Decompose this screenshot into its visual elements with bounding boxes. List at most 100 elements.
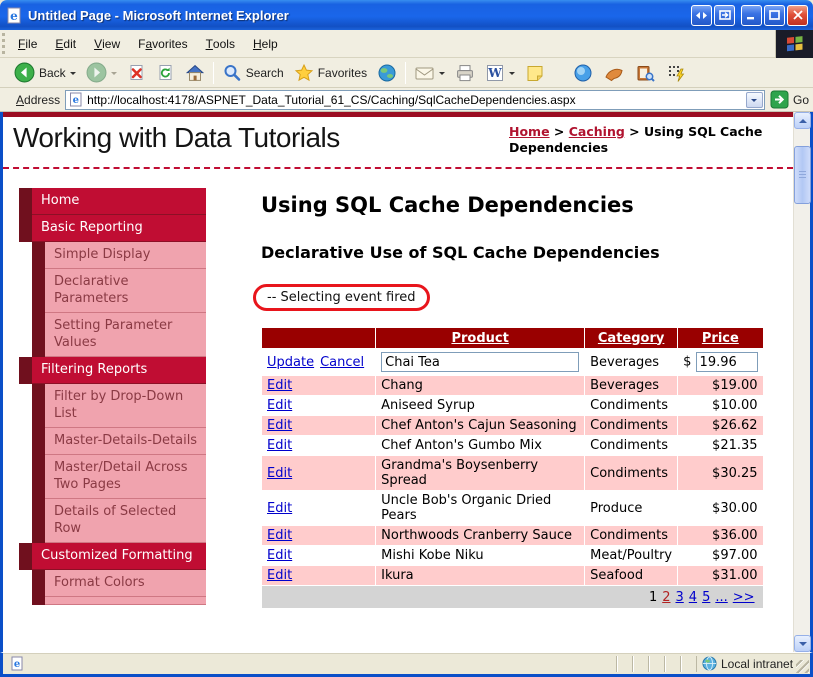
pager-link[interactable]: 3 [676,590,684,605]
sidebar-item-format-colors[interactable]: Format Colors [32,570,206,597]
sidebar-item-simple-display[interactable]: Simple Display [32,242,206,269]
sidebar-item-details-of-selected-row[interactable]: Details of Selected Row [32,499,206,543]
update-link[interactable]: Update [267,355,314,370]
scroll-down-button[interactable] [794,635,811,652]
sidebar-item-setting-parameter-values[interactable]: Setting Parameter Values [32,313,206,357]
sidebar-item-basic-reporting[interactable]: Basic Reporting [19,215,206,242]
sort-price-link[interactable]: Price [702,331,739,346]
research-button[interactable] [630,61,661,85]
menu-view[interactable]: View [85,30,129,57]
address-dropdown[interactable] [745,91,763,108]
product-input[interactable] [381,352,580,372]
messenger-button[interactable] [568,61,598,85]
price-cell: $30.25 [677,455,764,491]
category-cell: Condiments [584,435,679,456]
sidebar-item-master-detail-across-two-pages[interactable]: Master/Detail Across Two Pages [32,455,206,499]
back-dropdown[interactable] [69,72,76,78]
menubar-grip[interactable] [2,33,7,54]
pager-link[interactable]: 4 [689,590,697,605]
grid-row: Edit Chef Anton's Cajun Seasoning Condimen… [260,415,764,436]
category-cell: Condiments [584,395,679,416]
edit-word-button[interactable]: W [480,61,520,85]
forward-dropdown[interactable] [110,72,117,78]
price-cell: $30.00 [677,490,764,526]
sidebar-item-filter-by-drop-down-list[interactable]: Filter by Drop-Down List [32,384,206,428]
scrollbar-thumb[interactable] [794,146,811,204]
maximize-button[interactable] [764,4,785,26]
security-zone-panel: Local intranet [696,655,808,672]
print-button[interactable] [450,61,480,85]
sort-category-link[interactable]: Category [598,331,664,346]
browser-window: e Untitled Page - Microsoft Internet Exp… [0,0,813,677]
category-cell: Condiments [584,415,679,436]
resize-grip[interactable] [796,660,809,673]
edit-link[interactable]: Edit [267,438,292,453]
cancel-link[interactable]: Cancel [320,355,364,370]
tool-button[interactable] [598,61,630,85]
favorites-button[interactable]: Favorites [289,61,372,85]
back-button[interactable]: Back [9,60,81,85]
sidebar-nav: Home Basic Reporting Simple Display Declara… [19,188,206,605]
site-title: Working with Data Tutorials [13,122,340,153]
pager-link[interactable]: >> [733,590,755,605]
sidebar-item-partial[interactable] [32,597,206,605]
menu-favorites[interactable]: Fa vorites [129,30,196,57]
sidebar-item-filtering-reports[interactable]: Filtering Reports [19,357,206,384]
standard-toolbar: Back Search Favorites W [0,58,813,88]
popout-button[interactable] [714,4,735,26]
edit-link[interactable]: Edit [267,501,292,516]
svg-text:W: W [487,66,502,80]
mail-dropdown[interactable] [439,72,446,78]
forward-button[interactable] [81,60,122,85]
search-button[interactable]: Search [217,61,289,85]
sidebar-item-master-details-details[interactable]: Master-Details-Details [32,428,206,455]
menu-tools[interactable]: Tools [197,30,244,57]
menu-file[interactable]: File [9,30,46,57]
media-button[interactable] [372,61,402,85]
pager-link[interactable]: 2 [662,590,670,605]
price-input[interactable] [695,352,758,372]
screen-toggle-button[interactable] [691,4,712,26]
scroll-up-button[interactable] [794,112,811,129]
snippet-button[interactable] [661,61,691,85]
menu-edit[interactable]: Edit [46,30,85,57]
address-combobox[interactable]: e http://localhost:4178/ASPNET_Data_Tuto… [65,89,765,110]
sidebar-item-marker [32,242,45,269]
ie-app-icon: e [6,7,23,24]
edit-link[interactable]: Edit [267,398,292,413]
edit-link[interactable]: Edit [267,466,292,481]
favorites-icon [294,63,313,81]
sidebar-item-marker [32,384,45,428]
close-button[interactable] [787,4,808,26]
sidebar-item-marker [32,597,45,605]
edit-link[interactable]: Edit [267,418,292,433]
category-cell: Produce [584,490,679,526]
breadcrumb-link[interactable]: Home [509,124,550,139]
svg-text:e: e [73,95,79,106]
price-cell: $26.62 [677,415,764,436]
pager-link[interactable]: ... [715,590,727,605]
edit-link[interactable]: Edit [267,378,292,393]
breadcrumb-link[interactable]: Caching [569,124,625,139]
mail-button[interactable] [409,61,450,85]
tool-icon [605,68,623,81]
menu-help[interactable]: Help [244,30,287,57]
edit-link[interactable]: Edit [267,528,292,543]
refresh-button[interactable] [151,61,180,85]
go-button[interactable]: Go [770,90,809,109]
sidebar-item-declarative-parameters[interactable]: Declarative Parameters [32,269,206,313]
edit-dropdown[interactable] [509,72,516,78]
minimize-button[interactable] [741,4,762,26]
address-url[interactable]: http://localhost:4178/ASPNET_Data_Tutori… [87,93,742,107]
sidebar-item-home[interactable]: Home [19,188,206,215]
stop-button[interactable] [122,61,151,85]
notes-button[interactable] [520,61,550,85]
edit-link[interactable]: Edit [267,568,292,583]
vertical-scrollbar[interactable] [793,112,811,652]
sort-product-link[interactable]: Product [451,331,508,346]
sidebar-item-customized-formatting[interactable]: Customized Formatting [19,543,206,570]
pager-link[interactable]: 5 [702,590,710,605]
media-icon [378,64,396,81]
home-button[interactable] [180,61,210,85]
edit-link[interactable]: Edit [267,548,292,563]
